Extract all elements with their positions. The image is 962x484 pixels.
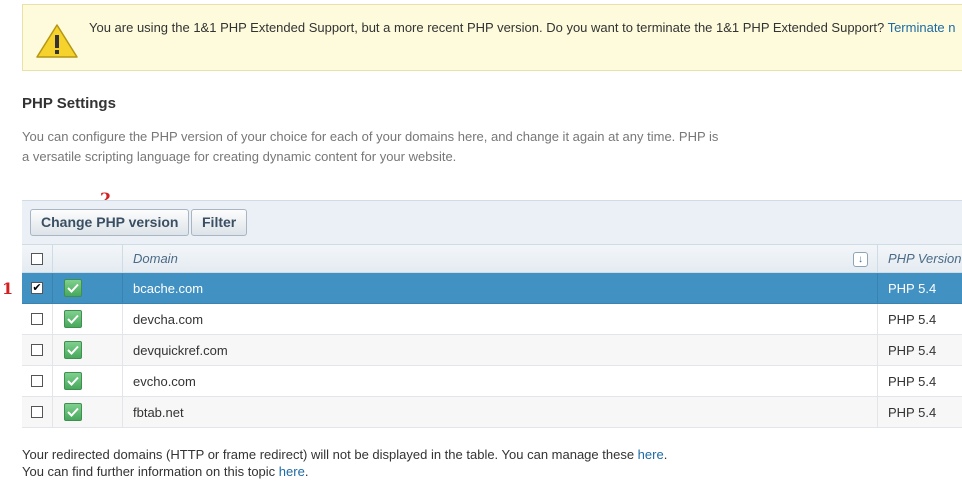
row-version-cell: PHP 5.4 <box>877 397 962 427</box>
notice-message: You are using the 1&1 PHP Extended Suppo… <box>89 20 956 35</box>
php-version: PHP 5.4 <box>888 404 937 420</box>
row-select-cell <box>22 304 53 334</box>
table-row[interactable]: ✔ bcache.com PHP 5.4 <box>22 273 962 304</box>
notice-text: You are using the 1&1 PHP Extended Suppo… <box>89 20 885 35</box>
table-toolbar: Change PHP version Filter <box>22 200 962 244</box>
change-php-version-button[interactable]: Change PHP version <box>30 209 190 236</box>
footer-punct-2: . <box>304 464 309 479</box>
row-checkbox[interactable] <box>31 344 43 356</box>
footer-line-1: Your redirected domains (HTTP or frame r… <box>22 446 667 463</box>
row-checkbox[interactable] <box>31 406 43 418</box>
status-ok-icon <box>64 279 82 297</box>
row-checkbox[interactable] <box>31 375 43 387</box>
table-row[interactable]: devquickref.com PHP 5.4 <box>22 335 962 366</box>
manage-redirects-link[interactable]: here <box>638 447 664 462</box>
row-status-cell <box>53 397 123 427</box>
row-status-cell <box>53 335 123 365</box>
further-info-link[interactable]: here <box>279 464 305 479</box>
page-intro: You can configure the PHP version of you… <box>22 127 822 167</box>
domain-name: devquickref.com <box>133 342 228 358</box>
table-row[interactable]: devcha.com PHP 5.4 <box>22 304 962 335</box>
row-select-cell <box>22 366 53 396</box>
page-title: PHP Settings <box>22 95 116 112</box>
table-row[interactable]: fbtab.net PHP 5.4 <box>22 397 962 428</box>
domain-column-header: Domain <box>133 251 178 266</box>
footer-punct-1: . <box>663 447 668 462</box>
header-status-cell <box>53 245 123 272</box>
php-version: PHP 5.4 <box>888 342 937 358</box>
php-extended-support-notice: You are using the 1&1 PHP Extended Suppo… <box>22 4 962 71</box>
row-version-cell: PHP 5.4 <box>877 304 962 334</box>
row-select-cell <box>22 397 53 427</box>
row-domain-cell: devquickref.com <box>123 335 877 365</box>
row-domain-cell: fbtab.net <box>123 397 877 427</box>
row-version-cell: PHP 5.4 <box>877 335 962 365</box>
header-version-cell[interactable]: PHP Version <box>877 245 962 272</box>
row-status-cell <box>53 273 123 303</box>
domain-name: bcache.com <box>133 280 204 296</box>
terminate-link[interactable]: Terminate n <box>888 20 956 35</box>
status-ok-icon <box>64 403 82 421</box>
footer-line-2: You can find further information on this… <box>22 463 667 480</box>
sort-down-icon[interactable]: ↓ <box>853 252 868 267</box>
select-all-checkbox[interactable] <box>31 252 43 265</box>
table-header-row: Domain ↓ PHP Version <box>22 244 962 273</box>
warning-icon <box>36 24 78 58</box>
row-checkbox[interactable]: ✔ <box>31 282 43 294</box>
row-status-cell <box>53 366 123 396</box>
status-ok-icon <box>64 372 82 390</box>
row-checkbox[interactable] <box>31 313 43 325</box>
domain-table: Domain ↓ PHP Version ✔ bcache.com PHP 5.… <box>22 244 962 428</box>
row-domain-cell: devcha.com <box>123 304 877 334</box>
intro-line-1: You can configure the PHP version of you… <box>22 129 719 144</box>
row-domain-cell: bcache.com <box>123 273 877 303</box>
row-status-cell <box>53 304 123 334</box>
intro-line-2: a versatile scripting language for creat… <box>22 149 457 164</box>
status-ok-icon <box>64 341 82 359</box>
footer-text-2: You can find further information on this… <box>22 464 279 479</box>
domain-name: devcha.com <box>133 311 204 327</box>
domain-name: fbtab.net <box>133 404 184 420</box>
table-row[interactable]: evcho.com PHP 5.4 <box>22 366 962 397</box>
php-version: PHP 5.4 <box>888 311 937 327</box>
footer-text-1: Your redirected domains (HTTP or frame r… <box>22 447 638 462</box>
table-footer-note: Your redirected domains (HTTP or frame r… <box>22 446 667 480</box>
row-version-cell: PHP 5.4 <box>877 273 962 303</box>
filter-button[interactable]: Filter <box>191 209 248 236</box>
row-domain-cell: evcho.com <box>123 366 877 396</box>
row-select-cell <box>22 335 53 365</box>
php-version-column-header: PHP Version <box>888 251 962 266</box>
annotation-marker-1: 1 <box>2 279 14 298</box>
row-select-cell: ✔ <box>22 273 53 303</box>
php-version: PHP 5.4 <box>888 280 937 296</box>
php-version: PHP 5.4 <box>888 373 937 389</box>
domain-name: evcho.com <box>133 373 196 389</box>
header-domain-cell[interactable]: Domain ↓ <box>123 245 877 272</box>
row-version-cell: PHP 5.4 <box>877 366 962 396</box>
status-ok-icon <box>64 310 82 328</box>
header-select-cell <box>22 245 53 272</box>
